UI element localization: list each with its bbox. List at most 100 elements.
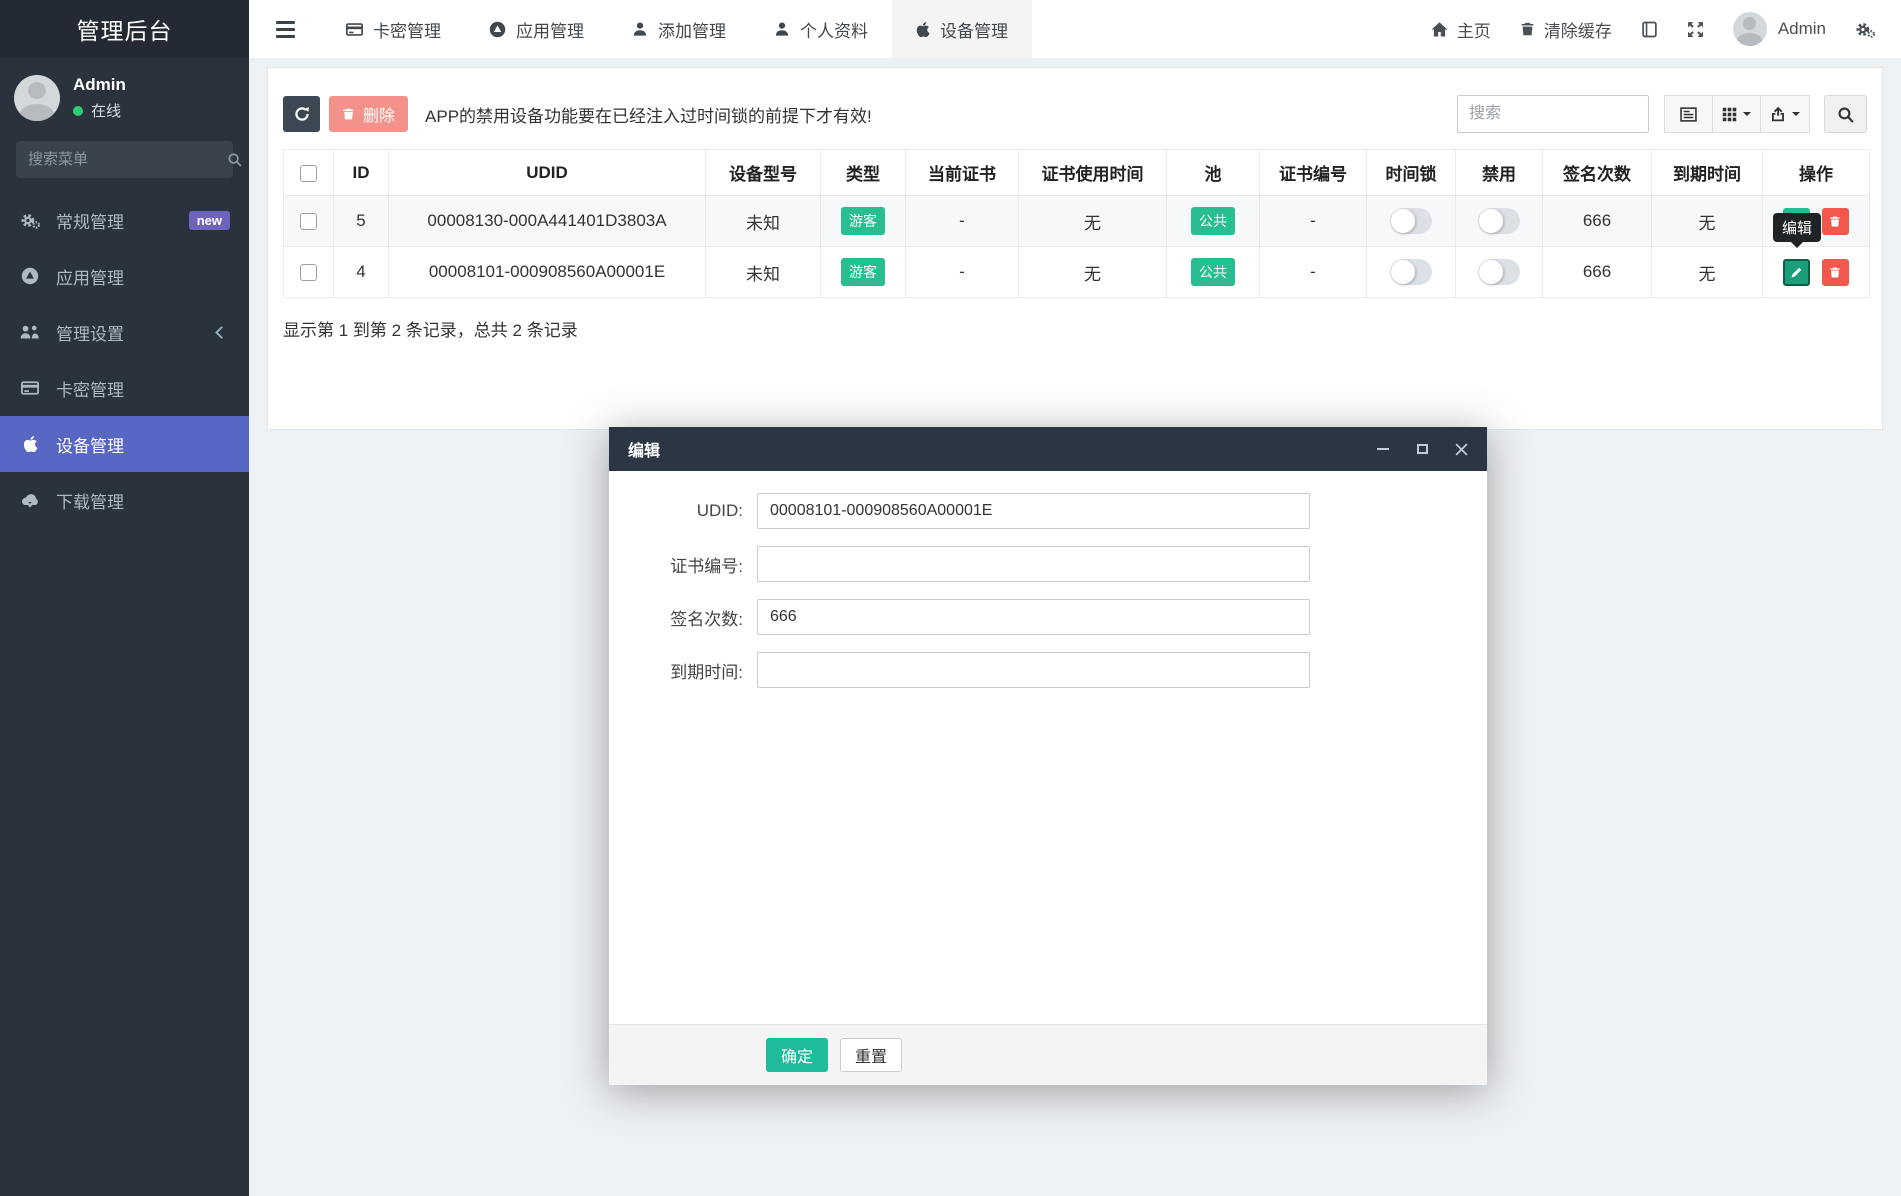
select-all-checkbox[interactable] — [300, 164, 317, 182]
cell-udid: 00008130-000A441401D3803A — [388, 195, 706, 247]
navbar-avatar — [1732, 12, 1767, 46]
cell-model: 未知 — [705, 246, 821, 298]
device-table: ID UDID 设备型号 类型 当前证书 证书使用时间 池 证书编号 时间锁 禁… — [283, 149, 1870, 298]
sidebar-item-settings[interactable]: 管理设置 — [0, 304, 249, 360]
sidebar: 管理后台 Admin 在线 常规管理 new 应用管理 — [0, 0, 249, 1196]
cell-cert-time: 无 — [1018, 246, 1167, 298]
cloud-download-icon — [19, 492, 41, 508]
table-header-row: ID UDID 设备型号 类型 当前证书 证书使用时间 池 证书编号 时间锁 禁… — [283, 149, 1870, 196]
pool-badge: 公共 — [1191, 207, 1235, 235]
settings-gears-icon[interactable] — [1855, 21, 1875, 38]
maximize-icon[interactable] — [1415, 442, 1429, 456]
user-name: Admin — [73, 75, 126, 94]
table-search-input[interactable] — [1457, 95, 1649, 133]
sidebar-item-downloads[interactable]: 下载管理 — [0, 472, 249, 528]
row-checkbox[interactable] — [300, 213, 317, 231]
time-lock-toggle[interactable] — [1390, 259, 1432, 285]
tab-device-management[interactable]: 设备管理 — [892, 0, 1032, 58]
home-link[interactable]: 主页 — [1431, 17, 1491, 42]
fullscreen-icon[interactable] — [1687, 21, 1704, 38]
edit-tooltip-label: 编辑 — [1782, 220, 1813, 237]
close-icon[interactable] — [1454, 442, 1468, 456]
edit-modal-body: UDID: 证书编号: 签名次数: 到期时间: — [609, 471, 1487, 1024]
sidebar-item-cards[interactable]: 卡密管理 — [0, 360, 249, 416]
tab-app-management[interactable]: 应用管理 — [465, 0, 608, 58]
row-checkbox[interactable] — [300, 264, 317, 282]
sidebar-item-label: 设备管理 — [56, 436, 124, 456]
export-button[interactable] — [1760, 95, 1810, 133]
menu-toggle-button[interactable] — [249, 0, 322, 58]
new-badge: new — [188, 210, 230, 230]
cell-cert: - — [905, 246, 1019, 298]
sidebar-item-apps[interactable]: 应用管理 — [0, 248, 249, 304]
cell-expire: 无 — [1651, 195, 1763, 247]
edit-row-button[interactable] — [1783, 258, 1811, 286]
user-status-label: 在线 — [91, 103, 122, 120]
time-lock-toggle[interactable] — [1390, 208, 1432, 234]
sidebar-search-input[interactable] — [28, 151, 227, 168]
home-label: 主页 — [1456, 21, 1491, 41]
udid-field[interactable] — [757, 493, 1310, 529]
column-header: ID — [333, 149, 389, 196]
detail-view-button[interactable] — [1664, 95, 1713, 133]
column-header: 禁用 — [1455, 149, 1543, 196]
edit-tooltip: 编辑 — [1773, 213, 1822, 242]
cell-sign-count: 666 — [1542, 246, 1652, 298]
sidebar-item-devices[interactable]: 设备管理 — [0, 416, 249, 472]
tab-profile[interactable]: 个人资料 — [750, 0, 892, 58]
expire-time-field[interactable] — [757, 652, 1310, 688]
cell-expire: 无 — [1651, 246, 1763, 298]
sign-count-field[interactable] — [757, 599, 1310, 635]
sidebar-menu: 常规管理 new 应用管理 管理设置 卡密管理 设备管理 下载管理 — [0, 192, 249, 528]
columns-button[interactable] — [1712, 95, 1761, 133]
delete-button[interactable]: 删除 — [329, 96, 409, 132]
app-store-icon — [19, 267, 41, 285]
credit-card-icon — [19, 379, 41, 397]
cell-id: 5 — [333, 195, 389, 247]
user-menu[interactable]: Admin — [1732, 12, 1826, 46]
cell-udid: 00008101-000908560A00001E — [388, 246, 706, 298]
notice-text: APP的禁用设备功能要在已经注入过时间锁的前提下才有效! — [425, 106, 872, 126]
disable-toggle[interactable] — [1478, 208, 1520, 234]
minimize-icon[interactable] — [1376, 442, 1390, 456]
chevron-left-icon — [215, 325, 228, 339]
column-header: UDID — [388, 149, 706, 196]
export-icon — [1770, 106, 1786, 122]
docs-book-icon[interactable] — [1641, 21, 1658, 38]
user-icon — [774, 21, 790, 37]
edit-modal: 编辑 UDID: 证书编号: 签名次数: 到期时间: 确定 重置 — [609, 427, 1487, 1085]
cell-cert-time: 无 — [1018, 195, 1167, 247]
cell-cert: - — [905, 195, 1019, 247]
confirm-button[interactable]: 确定 — [766, 1038, 829, 1072]
sidebar-item-label: 卡密管理 — [56, 380, 124, 400]
view-button-group — [1664, 95, 1810, 133]
column-header: 证书编号 — [1259, 149, 1367, 196]
delete-row-button[interactable] — [1821, 207, 1849, 235]
modal-title: 编辑 — [628, 443, 661, 460]
type-badge: 游客 — [841, 258, 885, 286]
home-icon — [1431, 21, 1448, 38]
sidebar-item-label: 常规管理 — [56, 212, 124, 232]
tab-add-management[interactable]: 添加管理 — [608, 0, 750, 58]
clear-cache-link[interactable]: 清除缓存 — [1520, 17, 1612, 42]
cert-no-label: 证书编号: — [670, 556, 743, 576]
sidebar-item-label: 管理设置 — [56, 324, 124, 344]
sidebar-item-label: 应用管理 — [56, 268, 124, 288]
tab-card-management[interactable]: 卡密管理 — [322, 0, 465, 58]
reset-button[interactable]: 重置 — [840, 1038, 903, 1072]
sidebar-item-general[interactable]: 常规管理 new — [0, 192, 249, 248]
gears-icon — [19, 212, 41, 229]
delete-row-button[interactable] — [1821, 258, 1849, 286]
tab-label: 个人资料 — [800, 21, 868, 41]
disable-toggle[interactable] — [1478, 259, 1520, 285]
column-header: 到期时间 — [1651, 149, 1763, 196]
cell-sign-count: 666 — [1542, 195, 1652, 247]
toolbar-right — [1457, 95, 1867, 133]
pool-badge: 公共 — [1191, 258, 1235, 286]
refresh-button[interactable] — [283, 96, 320, 132]
type-badge: 游客 — [841, 207, 885, 235]
edit-modal-header: 编辑 — [609, 427, 1487, 471]
table-toolbar: 删除 APP的禁用设备功能要在已经注入过时间锁的前提下才有效! — [283, 95, 1867, 133]
search-button[interactable] — [1824, 95, 1867, 133]
cert-no-field[interactable] — [757, 546, 1310, 582]
